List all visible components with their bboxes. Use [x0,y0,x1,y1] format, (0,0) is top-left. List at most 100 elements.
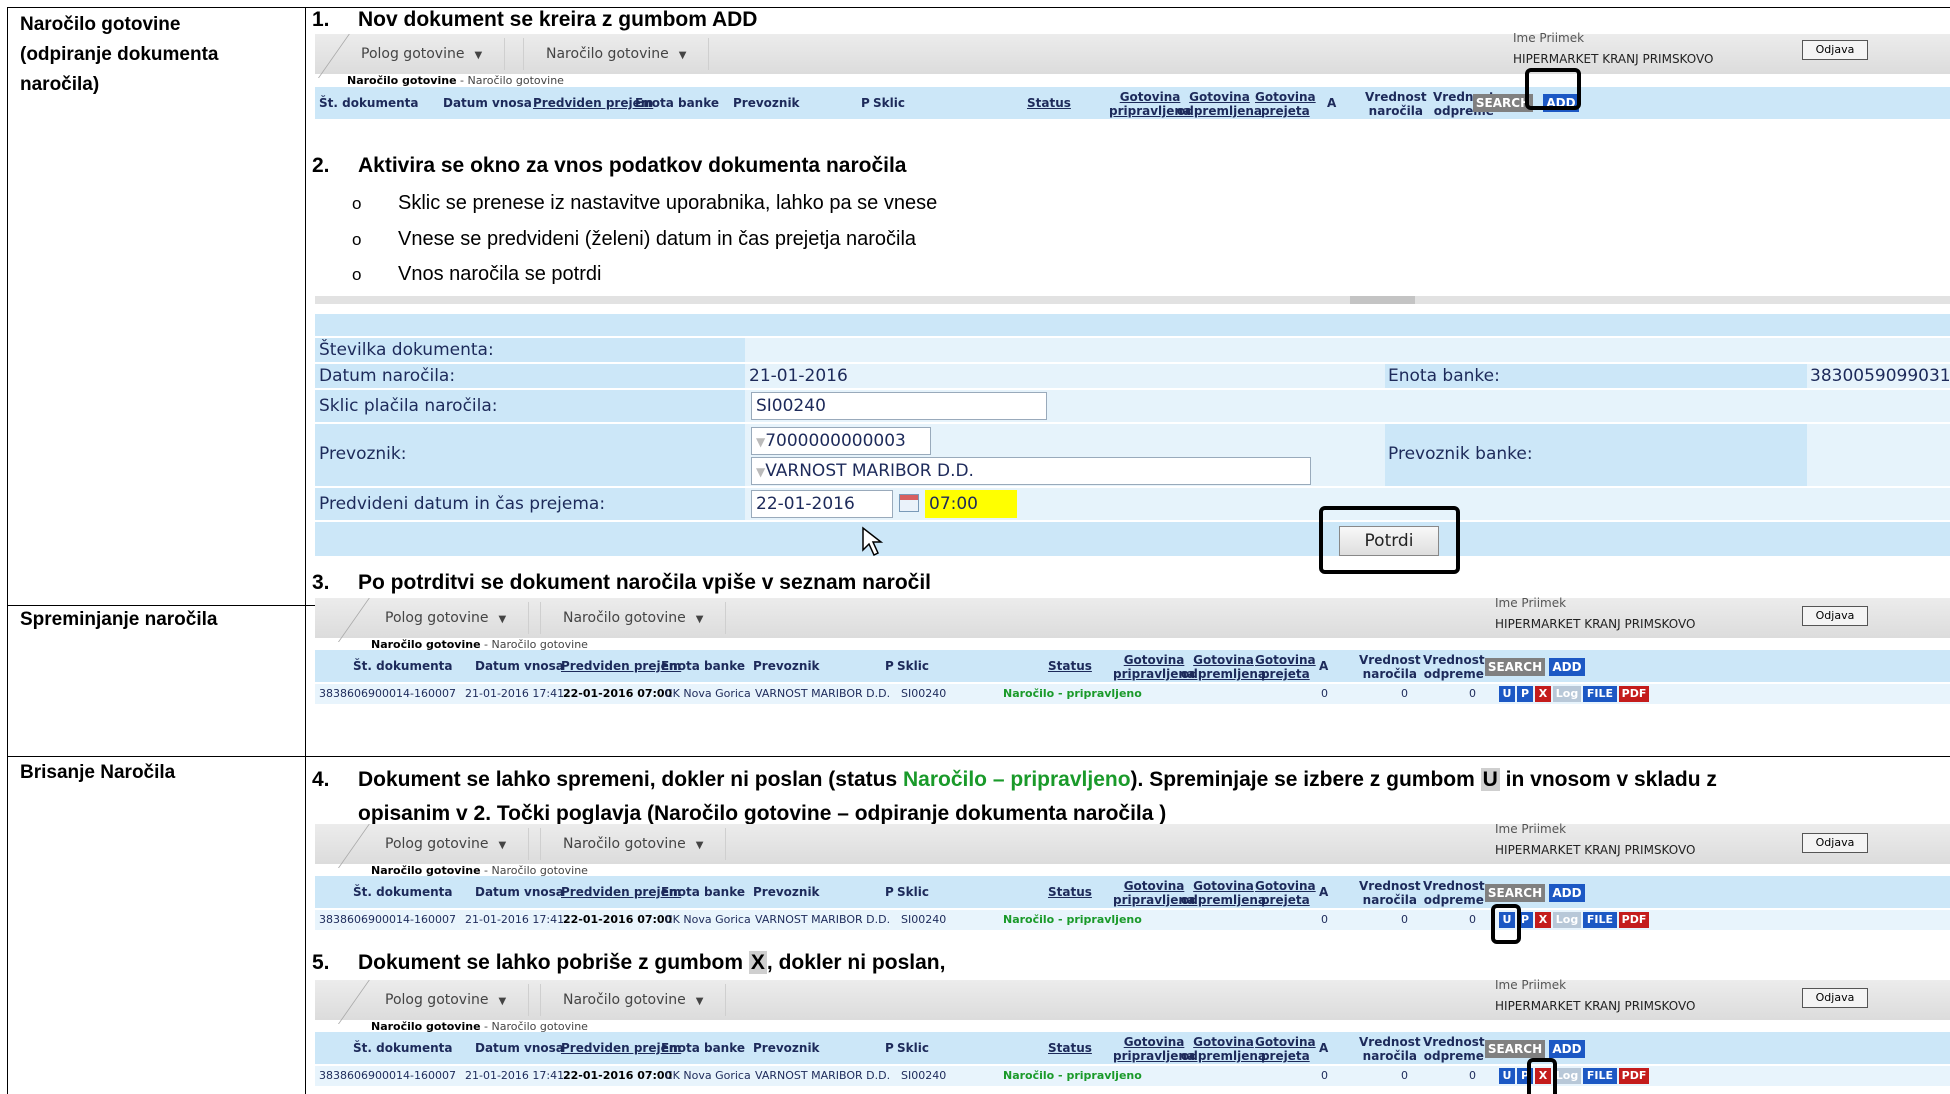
col-st-dokumenta[interactable]: Št. dokumenta [319,96,419,110]
col-vrednost-narocila[interactable]: Vrednost naročila [1359,879,1421,907]
menu-narocilo-gotovine[interactable]: Naročilo gotovine ▼ [540,828,727,860]
col-enota-banke[interactable]: Enota banke [661,885,745,899]
col-prevoznik[interactable]: Prevoznik [753,659,820,673]
date-input[interactable]: 22-01-2016 [751,490,893,518]
col-vrednost-narocila[interactable]: Vrednost naročila [1359,653,1421,681]
time-input[interactable]: 07:00 [925,490,1017,518]
menu-polog-gotovine[interactable]: Polog gotovine ▼ [363,602,530,634]
table-row[interactable]: 3838606900014-160007 21-01-2016 17:41 22… [315,1066,1950,1086]
col-a[interactable]: A [1319,1041,1328,1055]
col-sklic[interactable]: Sklic [897,885,929,899]
search-button[interactable]: SEARCH [1485,884,1545,902]
bullet-item: o Sklic se prenese iz nastavitve uporabni… [352,192,938,214]
menu-narocilo-gotovine[interactable]: Naročilo gotovine ▼ [523,38,710,70]
pdf-button[interactable]: PDF [1619,686,1649,702]
col-vrednost-narocila[interactable]: Vrednost naročila [1359,1035,1421,1063]
logout-button[interactable]: Odjava [1802,606,1868,626]
col-enota-banke[interactable]: Enota banke [661,659,745,673]
logout-button[interactable]: Odjava [1802,833,1868,853]
menu-polog-gotovine[interactable]: Polog gotovine ▼ [363,984,530,1016]
user-org: HIPERMARKET KRANJ PRIMSKOVO [1495,999,1696,1013]
col-gotovina-prejeta[interactable]: Gotovina prejeta [1255,1035,1316,1063]
pdf-button[interactable]: PDF [1619,912,1649,928]
col-gotovina-odpremljena[interactable]: Gotovina odpremljena [1177,90,1262,118]
col-datum-vnosa[interactable]: Datum vnosa [475,659,564,673]
col-enota-banke[interactable]: Enota banke [661,1041,745,1055]
col-datum-vnosa[interactable]: Datum vnosa [475,885,564,899]
delete-button[interactable]: X [1535,912,1551,928]
user-org: HIPERMARKET KRANJ PRIMSKOVO [1495,843,1696,857]
col-gotovina-odpremljena[interactable]: Gotovina odpremljena [1181,1035,1266,1063]
mouse-cursor-icon [862,526,884,557]
print-button[interactable]: P [1517,686,1533,702]
table-row[interactable]: 3838606900014-160007 21-01-2016 17:41 22… [315,684,1950,704]
update-button[interactable]: U [1499,1068,1515,1084]
col-sklic[interactable]: Sklic [897,1041,929,1055]
col-prevoznik[interactable]: Prevoznik [733,96,800,110]
logout-button[interactable]: Odjava [1802,988,1868,1008]
key-u: U [1480,768,1500,791]
file-button[interactable]: FILE [1583,686,1617,702]
col-a[interactable]: A [1319,659,1328,673]
calendar-icon[interactable] [899,494,919,512]
table-row[interactable]: 3838606900014-160007 21-01-2016 17:41 22… [315,910,1950,930]
col-enota-banke[interactable]: Enota banke [635,96,719,110]
col-p[interactable]: P [885,885,894,899]
log-button[interactable]: Log [1553,686,1581,702]
col-status[interactable]: Status [1048,1041,1092,1055]
col-st-dokumenta[interactable]: Št. dokumenta [353,659,453,673]
logout-button[interactable]: Odjava [1802,40,1868,60]
col-vrednost-odpreme[interactable]: Vrednost odpreme [1423,1035,1485,1063]
col-gotovina-odpremljena[interactable]: Gotovina odpremljena [1181,653,1266,681]
col-status[interactable]: Status [1048,659,1092,673]
col-a[interactable]: A [1319,885,1328,899]
col-sklic[interactable]: Sklic [897,659,929,673]
search-button[interactable]: SEARCH [1485,1040,1545,1058]
col-gotovina-prejeta[interactable]: Gotovina prejeta [1255,90,1316,118]
col-st-dokumenta[interactable]: Št. dokumenta [353,1041,453,1055]
col-gotovina-odpremljena[interactable]: Gotovina odpremljena [1181,879,1266,907]
col-gotovina-prejeta[interactable]: Gotovina prejeta [1255,653,1316,681]
file-button[interactable]: FILE [1583,912,1617,928]
col-datum-vnosa[interactable]: Datum vnosa [475,1041,564,1055]
menu-polog-gotovine[interactable]: Polog gotovine ▼ [363,828,530,860]
add-button[interactable]: ADD [1549,884,1585,902]
menu-narocilo-gotovine[interactable]: Naročilo gotovine ▼ [540,984,727,1016]
col-vrednost-narocila[interactable]: Vrednost naročila [1365,90,1427,118]
log-button[interactable]: Log [1553,912,1581,928]
table-header: Št. dokumenta Datum vnosa Predviden prej… [315,1032,1950,1064]
log-button[interactable]: Log [1553,1068,1581,1084]
add-button[interactable]: ADD [1549,658,1585,676]
add-button[interactable]: ADD [1549,1040,1585,1058]
col-p[interactable]: P [861,96,870,110]
menu-polog-gotovine[interactable]: Polog gotovine ▼ [339,38,506,70]
col-sklic[interactable]: Sklic [873,96,905,110]
table-header: Št. dokumenta Datum vnosa Predviden prej… [315,876,1950,908]
file-button[interactable]: FILE [1583,1068,1617,1084]
section-label-deleting: Brisanje Naročila [20,762,176,783]
col-status[interactable]: Status [1048,885,1092,899]
update-button[interactable]: U [1499,686,1515,702]
sklic-input[interactable]: SI00240 [751,392,1047,420]
prevoznik-name-input[interactable]: ▼VARNOST MARIBOR D.D. [751,457,1311,485]
col-prevoznik[interactable]: Prevoznik [753,885,820,899]
col-gotovina-prejeta[interactable]: Gotovina prejeta [1255,879,1316,907]
search-button[interactable]: SEARCH [1485,658,1545,676]
section-divider [8,756,1950,757]
col-status[interactable]: Status [1027,96,1071,110]
col-p[interactable]: P [885,659,894,673]
col-datum-vnosa[interactable]: Datum vnosa [443,96,532,110]
menu-narocilo-gotovine[interactable]: Naročilo gotovine ▼ [540,602,727,634]
label-sklic: Sklic plačila naročila: [319,396,498,416]
col-prevoznik[interactable]: Prevoznik [753,1041,820,1055]
col-vrednost-odpreme[interactable]: Vrednost odpreme [1423,653,1485,681]
prevoznik-code-input[interactable]: ▼7000000000003 [751,427,931,455]
pdf-button[interactable]: PDF [1619,1068,1649,1084]
col-p[interactable]: P [885,1041,894,1055]
delete-button[interactable]: X [1535,686,1551,702]
col-vrednost-odpreme[interactable]: Vrednost odpreme [1423,879,1485,907]
row-predvideni: Predvideni datum in čas prejema: 22-01-2… [315,488,1950,520]
search-button[interactable]: SEARCH [1473,94,1533,112]
col-st-dokumenta[interactable]: Št. dokumenta [353,885,453,899]
col-a[interactable]: A [1327,96,1336,110]
